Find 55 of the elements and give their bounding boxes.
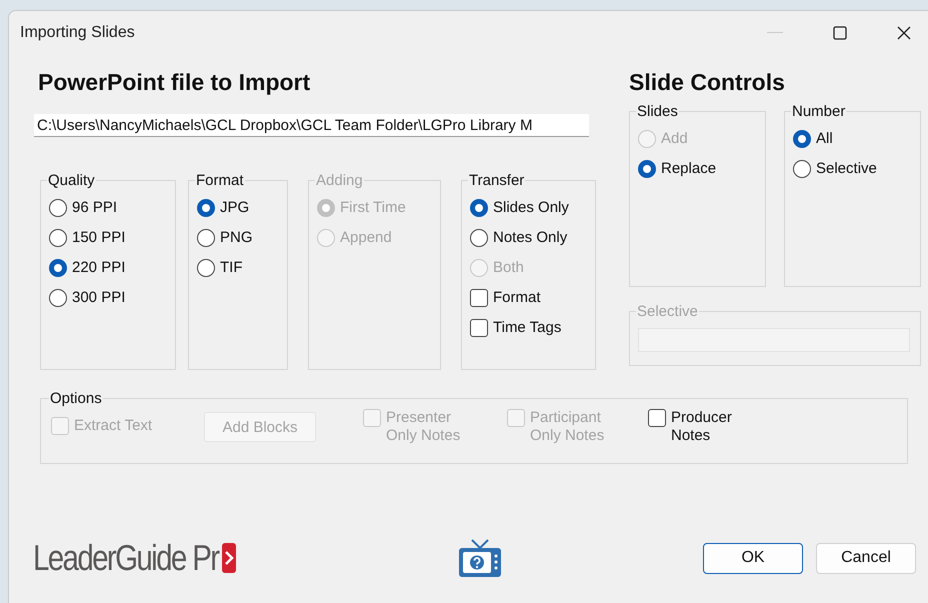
group-title: Transfer <box>468 172 526 189</box>
radio-button[interactable] <box>470 229 488 247</box>
radio-button[interactable] <box>49 289 67 307</box>
option-label: Replace <box>661 160 716 178</box>
option-label: Slides Only <box>493 199 569 217</box>
option-label: Notes Only <box>493 229 568 247</box>
option-label: 150 PPI <box>72 229 126 247</box>
option-label: PNG <box>220 229 253 247</box>
option-label: 220 PPI <box>72 259 126 277</box>
option-label: JPG <box>220 199 250 217</box>
radio-button[interactable] <box>793 130 811 148</box>
logo-text: LeaderGuide Pr <box>33 537 218 579</box>
option-label: Add <box>661 130 688 148</box>
option-label: 300 PPI <box>72 289 126 307</box>
option-label: All <box>816 130 833 148</box>
file-path-field[interactable]: C:\Users\NancyMichaels\GCL Dropbox\GCL Team Folder\LGPro Library M <box>34 114 589 137</box>
window-title: Importing Slides <box>20 24 135 42</box>
maximize-icon[interactable] <box>833 26 847 40</box>
help-tv-icon[interactable] <box>458 538 502 578</box>
radio-button[interactable] <box>793 160 811 178</box>
radio-button[interactable] <box>197 199 215 217</box>
option-label: Participant Only Notes <box>530 409 604 445</box>
group-title: Number <box>791 103 846 120</box>
group-title: Format <box>195 172 245 189</box>
group-title: Slides <box>636 103 679 120</box>
radio-button[interactable] <box>470 199 488 217</box>
radio-button[interactable] <box>49 229 67 247</box>
group-title: Adding <box>315 172 364 189</box>
radio-button[interactable] <box>49 199 67 217</box>
option-label: Time Tags <box>493 319 562 337</box>
option-label: Selective <box>816 160 877 178</box>
radio-button[interactable] <box>197 229 215 247</box>
close-icon[interactable] <box>897 26 911 40</box>
option-label: Extract Text <box>74 417 152 435</box>
checkbox[interactable] <box>470 319 488 337</box>
option-label: 96 PPI <box>72 199 118 217</box>
group-title: Selective <box>636 303 699 320</box>
option-label: TIF <box>220 259 242 277</box>
radio-button[interactable] <box>638 160 656 178</box>
group-title: Quality <box>47 172 96 189</box>
option-label: Producer Notes <box>671 409 732 445</box>
option-label: First Time <box>340 199 406 217</box>
section-heading: PowerPoint file to Import <box>38 69 312 97</box>
dialog-button[interactable]: OK <box>703 542 803 574</box>
option-label: Format <box>493 289 541 307</box>
checkbox[interactable] <box>648 409 666 427</box>
radio-button[interactable] <box>197 259 215 277</box>
group-title: Options <box>49 390 103 407</box>
dialog-button[interactable]: Cancel <box>816 542 916 574</box>
option-label: Both <box>493 259 524 277</box>
section-heading: Slide Controls <box>629 69 786 97</box>
checkbox[interactable] <box>470 289 488 307</box>
radio-button[interactable] <box>49 259 67 277</box>
option-label: Presenter Only Notes <box>386 409 460 445</box>
option-label: Append <box>340 229 392 247</box>
